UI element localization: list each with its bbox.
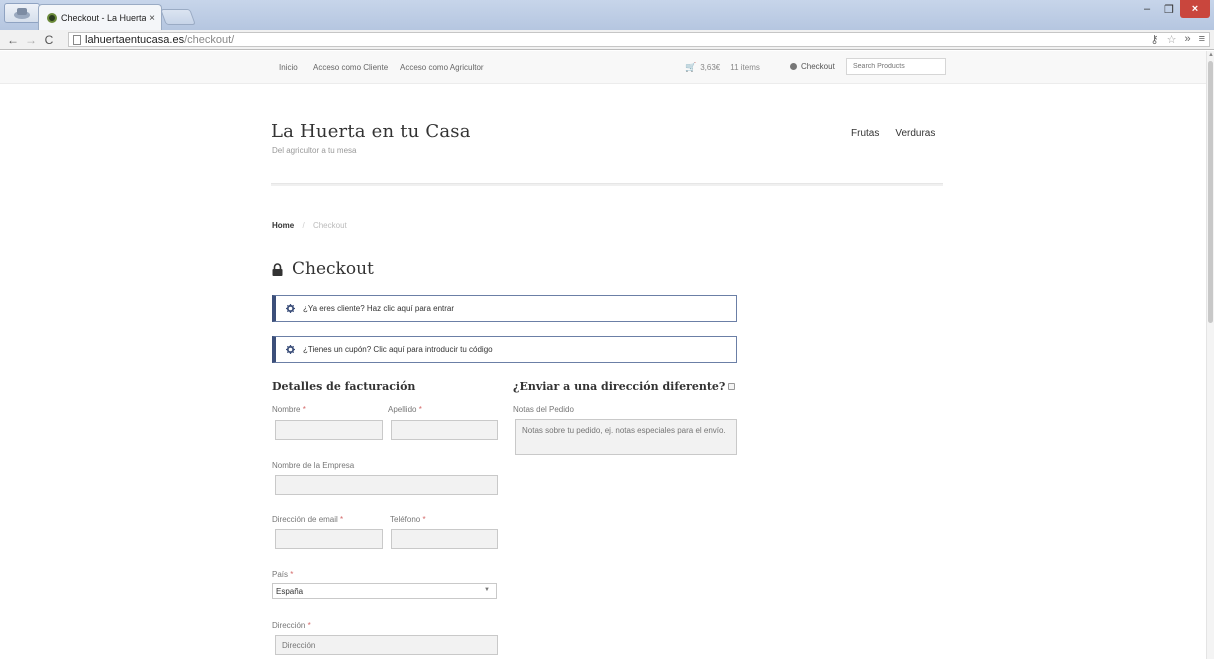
window-controls: – ❐ ×	[1136, 0, 1210, 18]
email-field[interactable]	[275, 529, 383, 549]
topbar-checkout-link[interactable]: Checkout	[790, 62, 835, 71]
country-label-text: País	[272, 570, 289, 579]
site-description: Del agricultor a tu mesa	[272, 146, 357, 155]
country-select-value: España	[276, 586, 304, 596]
breadcrumb-separator: /	[302, 221, 305, 230]
topbar-link-inicio[interactable]: Inicio	[279, 63, 298, 72]
url-path: /checkout/	[184, 33, 235, 46]
ship-different-address-title: ¿Enviar a una dirección diferente?	[513, 380, 736, 393]
forward-arrow-icon[interactable]: →	[22, 33, 40, 47]
order-notes-label: Notas del Pedido	[513, 405, 574, 414]
profile-icon	[14, 8, 30, 19]
main-navigation: Frutas Verduras	[851, 128, 935, 139]
reload-icon[interactable]: C	[40, 33, 58, 47]
breadcrumb-home-link[interactable]: Home	[272, 221, 294, 230]
scrollbar-thumb[interactable]	[1208, 61, 1213, 323]
new-tab-button[interactable]	[160, 9, 196, 25]
required-mark: *	[418, 405, 422, 414]
last-name-label-text: Apellido	[388, 405, 417, 414]
product-search-input[interactable]	[846, 58, 946, 75]
site-favicon-icon	[47, 13, 57, 23]
country-select[interactable]: España ▼	[272, 583, 497, 599]
page-scrollbar[interactable]: ▲	[1206, 51, 1214, 659]
required-mark: *	[340, 515, 344, 524]
coupon-notice[interactable]: ¿Tienes un cupón? Clic aquí para introdu…	[272, 336, 737, 363]
nav-item-verduras[interactable]: Verduras	[895, 128, 935, 139]
country-label: País *	[272, 570, 293, 579]
page-title-text: Checkout	[292, 259, 374, 279]
required-mark: *	[422, 515, 426, 524]
first-name-label-text: Nombre	[272, 405, 301, 414]
phone-label-text: Teléfono	[390, 515, 421, 524]
checkout-link-label: Checkout	[801, 62, 835, 71]
address-bar[interactable]: lahuertaentucasa.es/checkout/ ⚷ ☆ » ≡	[68, 32, 1210, 47]
cart-items: 11 items	[730, 63, 760, 72]
address-bar-actions: ⚷ ☆ » ≡	[1151, 33, 1205, 46]
breadcrumb-current: Checkout	[312, 221, 347, 230]
page-icon	[73, 34, 81, 45]
cart-summary[interactable]: 🛒 3,63€ 11 items	[685, 62, 760, 73]
company-label: Nombre de la Empresa	[272, 461, 355, 470]
page-title: Checkout	[272, 259, 374, 279]
email-label: Dirección de email *	[272, 515, 343, 524]
scroll-up-arrow-icon[interactable]: ▲	[1208, 52, 1214, 58]
minimize-button[interactable]: –	[1136, 0, 1158, 18]
cog-icon	[286, 304, 295, 313]
address-field[interactable]	[275, 635, 498, 655]
cart-total: 3,63€	[700, 63, 721, 72]
topbar-link-agricultor[interactable]: Acceso como Agricultor	[400, 63, 484, 72]
ship-different-address-text: ¿Enviar a una dirección diferente?	[513, 380, 726, 393]
browser-profile-button[interactable]	[4, 3, 40, 23]
required-mark: *	[307, 621, 311, 630]
browser-tab[interactable]: Checkout - La Huerta en t ×	[38, 4, 162, 31]
coupon-notice-text[interactable]: ¿Tienes un cupón? Clic aquí para introdu…	[303, 345, 493, 354]
browser-tab-strip: Checkout - La Huerta en t × – ❐ ×	[0, 0, 1214, 31]
lock-icon	[272, 262, 283, 276]
menu-icon[interactable]: ≡	[1199, 33, 1205, 46]
last-name-label: Apellido *	[388, 405, 422, 414]
url-domain: lahuertaentucasa.es	[85, 33, 185, 46]
cog-icon	[286, 345, 295, 354]
browser-toolbar: ← → C lahuertaentucasa.es/checkout/ ⚷ ☆ …	[0, 30, 1214, 50]
phone-label: Teléfono *	[390, 515, 426, 524]
tab-close-icon[interactable]: ×	[149, 13, 155, 24]
close-window-button[interactable]: ×	[1180, 0, 1210, 18]
nav-item-frutas[interactable]: Frutas	[851, 128, 879, 139]
last-name-field[interactable]	[391, 420, 498, 440]
restore-button[interactable]: ❐	[1158, 0, 1180, 18]
order-notes-field[interactable]	[515, 419, 737, 455]
email-label-text: Dirección de email	[272, 515, 338, 524]
login-notice-text[interactable]: ¿Ya eres cliente? Haz clic aquí para ent…	[303, 304, 454, 313]
address-label: Dirección *	[272, 621, 311, 630]
phone-field[interactable]	[391, 529, 498, 549]
key-icon[interactable]: ⚷	[1151, 33, 1159, 46]
cart-icon: 🛒	[685, 62, 697, 72]
tab-title: Checkout - La Huerta en t	[61, 13, 147, 23]
address-label-text: Dirección	[272, 621, 306, 630]
ship-different-address-checkbox[interactable]	[728, 383, 736, 390]
extensions-chevron-icon[interactable]: »	[1184, 33, 1190, 46]
company-field[interactable]	[275, 475, 498, 495]
back-arrow-icon[interactable]: ←	[4, 33, 22, 47]
required-mark: *	[290, 570, 294, 579]
login-notice[interactable]: ¿Ya eres cliente? Haz clic aquí para ent…	[272, 295, 737, 322]
chevron-down-icon: ▼	[484, 587, 490, 593]
first-name-label: Nombre *	[272, 405, 306, 414]
required-mark: *	[302, 405, 306, 414]
billing-details-title: Detalles de facturación	[272, 380, 416, 393]
checkout-gear-icon	[790, 63, 797, 70]
first-name-field[interactable]	[275, 420, 383, 440]
topbar-link-cliente[interactable]: Acceso como Cliente	[313, 63, 388, 72]
breadcrumb: Home / Checkout	[272, 221, 347, 230]
bookmark-star-icon[interactable]: ☆	[1167, 33, 1177, 46]
header-divider	[271, 183, 943, 186]
site-title[interactable]: La Huerta en tu Casa	[271, 121, 471, 142]
site-topbar: Inicio Acceso como Cliente Acceso como A…	[0, 51, 1206, 84]
